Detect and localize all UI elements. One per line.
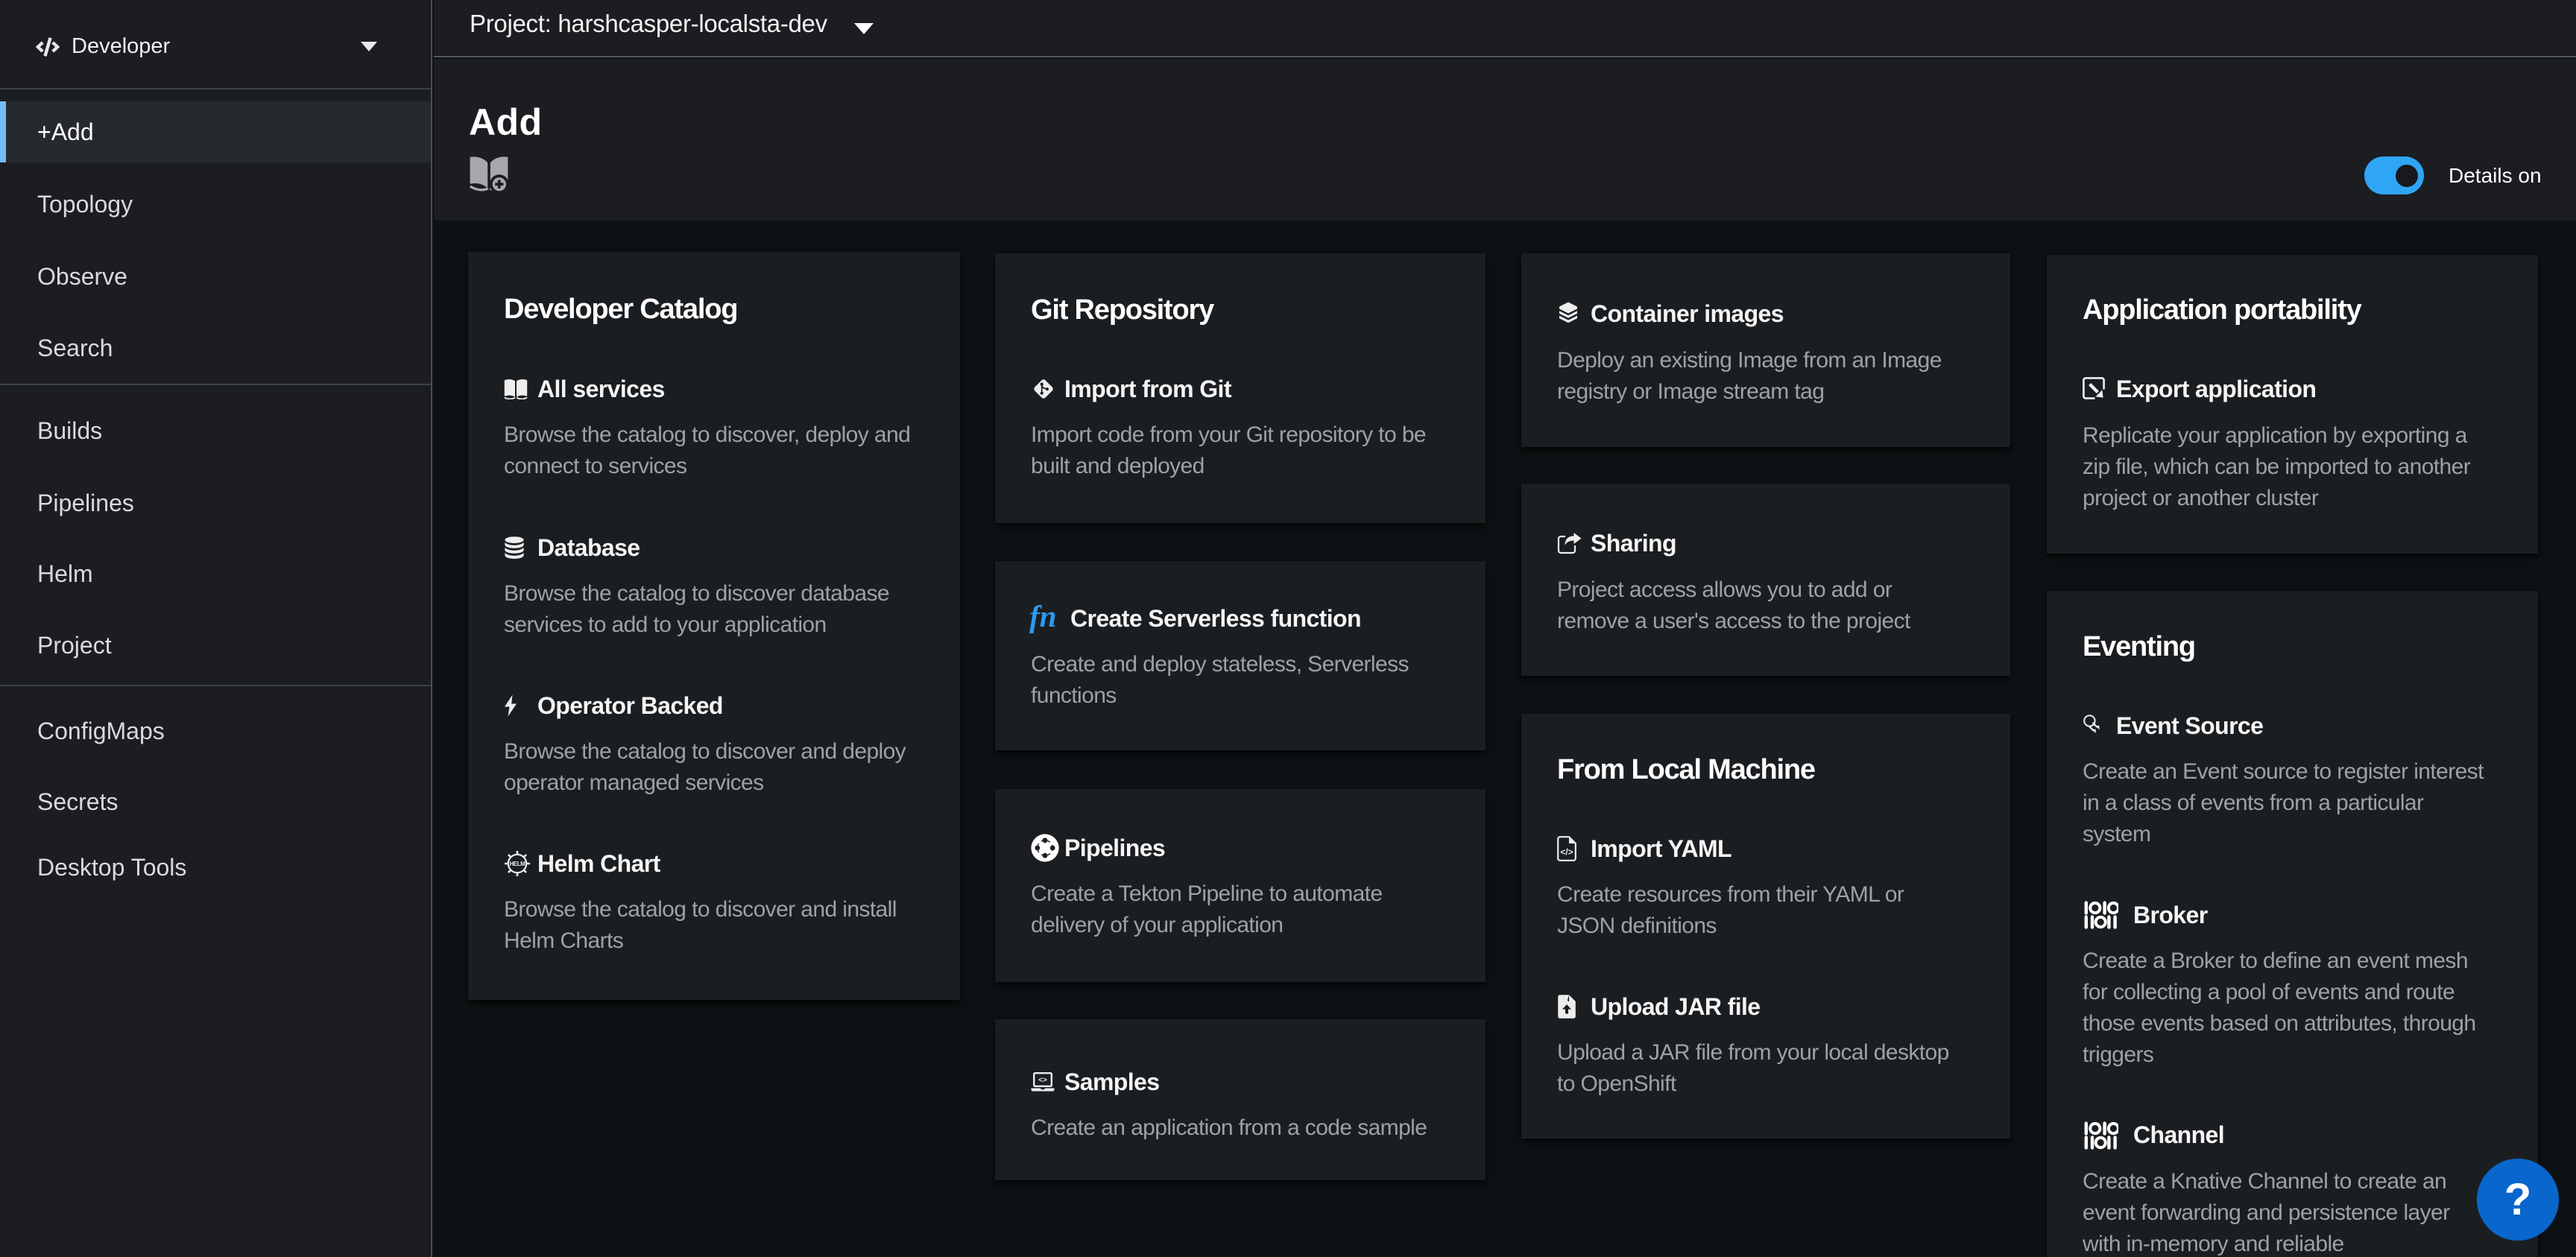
svg-text:<>: <> [1038, 1077, 1047, 1085]
svg-text:HELM: HELM [510, 861, 526, 867]
svg-text:</>: </> [1560, 847, 1573, 858]
